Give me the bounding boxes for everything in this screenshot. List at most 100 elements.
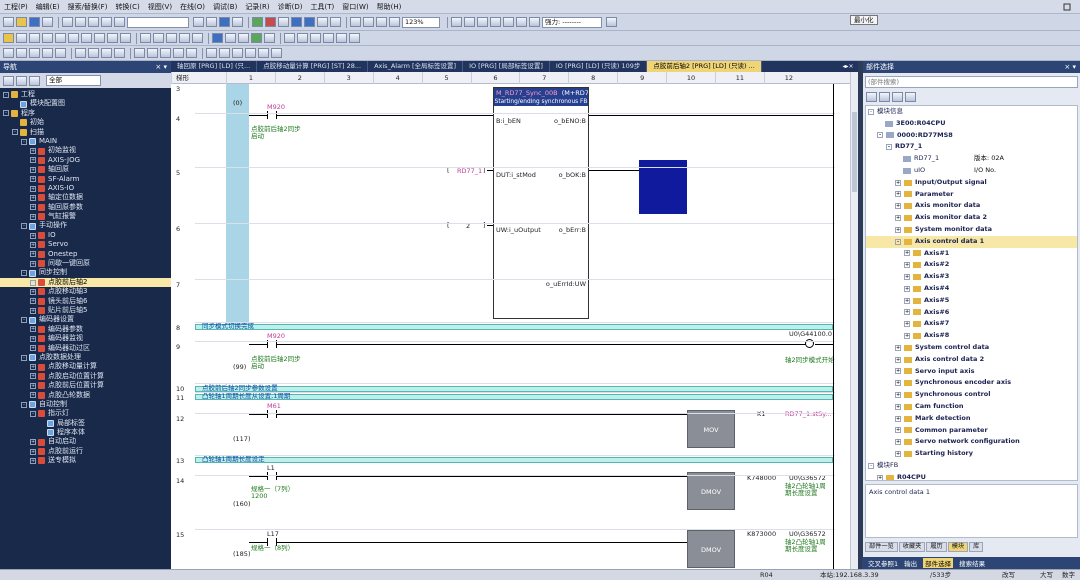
settings-icon[interactable] xyxy=(464,17,475,27)
parts-tree-item[interactable]: 3E00:R04CPU xyxy=(866,118,1077,130)
search-icon[interactable] xyxy=(193,17,204,27)
monitor-start-icon[interactable] xyxy=(291,17,302,27)
parts-tree-item[interactable]: + Synchronous control xyxy=(866,389,1077,401)
sfc-end-icon[interactable] xyxy=(245,48,256,58)
tab-scroll-icon[interactable]: ◂▸× xyxy=(838,61,858,72)
watch-icon[interactable] xyxy=(330,17,341,27)
expand-icon[interactable]: + xyxy=(30,176,36,183)
collapse-icon[interactable]: - xyxy=(3,91,9,98)
nav-tree-item[interactable]: - 指示灯 xyxy=(0,409,171,418)
parts-tab[interactable]: 库 xyxy=(969,542,984,552)
expand-icon[interactable]: + xyxy=(904,262,910,269)
label-display-icon[interactable] xyxy=(297,33,308,43)
nav-tree-item[interactable]: + IO xyxy=(0,231,171,240)
menu-online[interactable]: 在线(O) xyxy=(180,2,205,12)
nav-tree-item[interactable]: - 自动控制 xyxy=(0,400,171,409)
statement-icon[interactable] xyxy=(225,33,236,43)
expand-icon[interactable]: + xyxy=(895,439,901,446)
redo-icon[interactable] xyxy=(114,17,125,27)
menu-view[interactable]: 视图(V) xyxy=(148,2,172,12)
parts-tree-item[interactable]: - Axis control data 1 xyxy=(866,235,1077,248)
expand-icon[interactable]: + xyxy=(30,373,36,380)
copy-icon[interactable] xyxy=(75,17,86,27)
collapse-icon[interactable]: - xyxy=(3,110,9,117)
label-icon[interactable] xyxy=(186,48,197,58)
cut-icon[interactable] xyxy=(62,17,73,27)
parts-tab[interactable]: 收藏夹 xyxy=(898,542,926,552)
window-restore-icon[interactable] xyxy=(1006,0,1076,14)
expand-icon[interactable]: + xyxy=(904,274,910,281)
stop-icon[interactable] xyxy=(477,17,488,27)
expand-icon[interactable]: + xyxy=(895,380,901,387)
nav-tree-item[interactable]: + 编码器参数 xyxy=(0,325,171,334)
expand-icon[interactable]: + xyxy=(895,368,901,375)
comment-icon[interactable] xyxy=(212,33,223,43)
template-icon[interactable] xyxy=(134,48,145,58)
device-display-icon[interactable] xyxy=(284,33,295,43)
parts-tree-item[interactable]: + Servo network configuration xyxy=(866,436,1077,448)
cursor-block[interactable] xyxy=(639,160,687,214)
nav-tree-item[interactable]: + 点胶前后位置计算 xyxy=(0,381,171,390)
menu-window[interactable]: 窗口(W) xyxy=(342,2,368,12)
parts-tree-item[interactable]: RD77_1 版本: 02A xyxy=(866,153,1077,165)
expand-icon[interactable]: + xyxy=(895,179,901,186)
parts-tree-item[interactable]: + Axis#1 xyxy=(866,248,1077,260)
parts-tree-item[interactable]: + Axis control data 2 xyxy=(866,354,1077,366)
expand-icon[interactable]: + xyxy=(30,279,36,286)
collapse-icon[interactable]: - xyxy=(30,410,36,417)
nav-tree-item[interactable]: + 轴回原参数 xyxy=(0,203,171,212)
outdent-icon[interactable] xyxy=(42,48,53,58)
collapse-icon[interactable]: - xyxy=(21,223,27,230)
document-tab[interactable]: 点胶移动量计算 [PRG] [ST] 28... xyxy=(257,61,369,72)
zoom-in-icon[interactable] xyxy=(376,17,387,27)
scrollbar-thumb[interactable] xyxy=(852,112,857,192)
collapse-icon[interactable]: - xyxy=(21,138,27,145)
parts-tree-item[interactable]: + R04CPU xyxy=(866,472,1077,480)
undo-icon[interactable] xyxy=(101,17,112,27)
simulation-stop-icon[interactable] xyxy=(363,17,374,27)
parts-tree-item[interactable]: + Axis#4 xyxy=(866,283,1077,295)
nav-tree-item[interactable]: - 程序 xyxy=(0,109,171,118)
nav-tree-item[interactable]: - 同步控制 xyxy=(0,268,171,277)
collapse-icon[interactable]: - xyxy=(886,144,892,151)
device-list-icon[interactable] xyxy=(219,17,230,27)
expand-icon[interactable]: + xyxy=(895,344,901,351)
nav-tree-item[interactable]: + 点胶移动量计算 xyxy=(0,362,171,371)
instruction-dmov[interactable]: DMOV xyxy=(687,530,735,568)
nav-tree-item[interactable]: + 点胶前运行 xyxy=(0,447,171,456)
expand-icon[interactable]: + xyxy=(30,241,36,248)
nav-tree-item[interactable]: + AXIS-IO xyxy=(0,184,171,193)
collapse-icon[interactable]: - xyxy=(877,132,883,139)
expand-icon[interactable]: + xyxy=(30,185,36,192)
nav-tree-item[interactable]: + 间歇一键回原 xyxy=(0,259,171,268)
close-icon[interactable]: × ▾ xyxy=(155,63,167,71)
collapse-icon[interactable]: - xyxy=(895,238,901,245)
expand-icon[interactable]: + xyxy=(30,251,36,258)
parts-tree-item[interactable]: + Cam function xyxy=(866,401,1077,413)
parts-tree-item[interactable]: + Axis#6 xyxy=(866,307,1077,319)
vertical-scrollbar[interactable] xyxy=(850,72,858,569)
nav-tree-item[interactable]: 程序本体 xyxy=(0,428,171,437)
parts-tree-item[interactable]: + Parameter xyxy=(866,189,1077,201)
parts-tree-item[interactable]: + Axis#7 xyxy=(866,318,1077,330)
expand-icon[interactable]: + xyxy=(895,356,901,363)
horizontal-line-icon[interactable] xyxy=(94,33,105,43)
delete-line-icon[interactable] xyxy=(120,33,131,43)
close-contact-icon[interactable] xyxy=(29,33,40,43)
collapse-icon[interactable]: - xyxy=(21,270,27,277)
zoom-out-icon[interactable] xyxy=(389,17,400,27)
sfc-transition-icon[interactable] xyxy=(219,48,230,58)
collapse-icon[interactable]: - xyxy=(21,401,27,408)
breakpoint-icon[interactable] xyxy=(503,17,514,27)
open-contact-icon[interactable] xyxy=(16,33,27,43)
nav-tree-item[interactable]: + 编码器动过区 xyxy=(0,344,171,353)
delete-row-icon[interactable] xyxy=(88,48,99,58)
document-tab[interactable]: 点胶前后轴2 [PRG] [LD] (只读) ... xyxy=(647,61,762,72)
nav-tree-item[interactable]: + Servo xyxy=(0,240,171,249)
falling-edge-icon[interactable] xyxy=(153,33,164,43)
sort-icon[interactable] xyxy=(905,92,916,102)
menu-project[interactable]: 工程(P) xyxy=(4,2,28,12)
nav-tree-item[interactable]: + 点胶启动位置计算 xyxy=(0,372,171,381)
signal-combo[interactable]: 强力: -------- xyxy=(542,16,602,28)
parts-tree-item[interactable]: + Starting history xyxy=(866,448,1077,460)
